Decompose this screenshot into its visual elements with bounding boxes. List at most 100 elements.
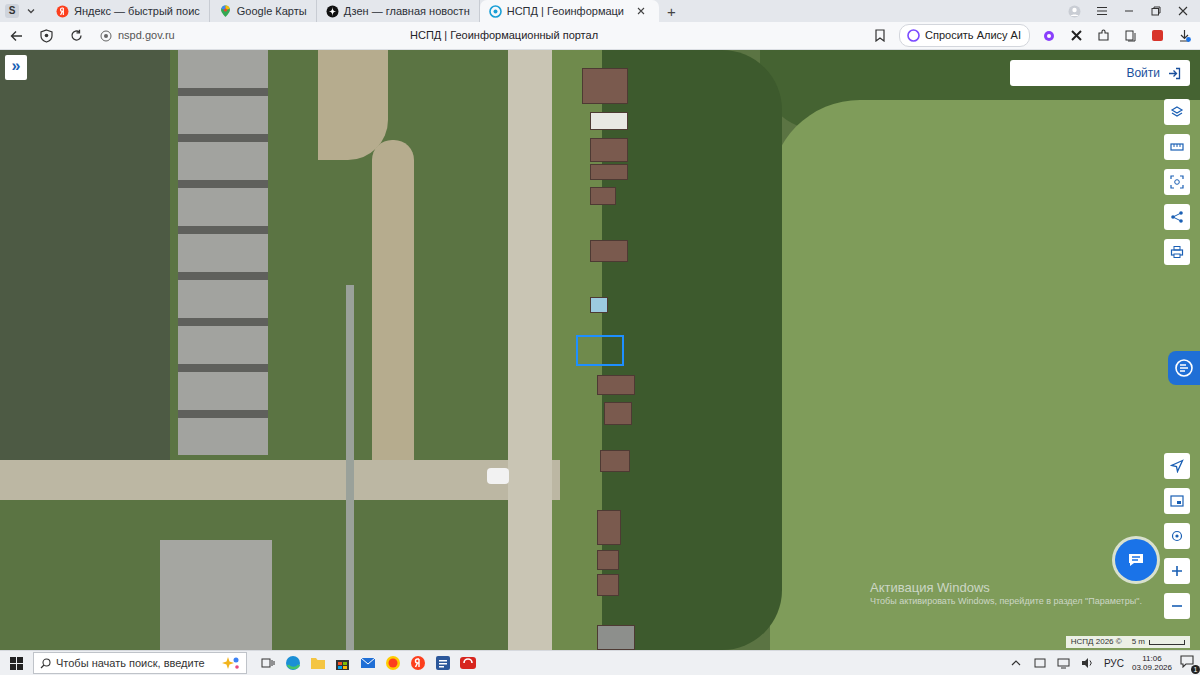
tab-bar: S Яндекс — быстрый поис Google Карты Дзен … bbox=[0, 0, 1200, 22]
map-garage bbox=[597, 550, 619, 570]
network-icon[interactable] bbox=[1056, 655, 1072, 671]
restore-icon[interactable] bbox=[1142, 0, 1169, 22]
page-title: НСПД | Геоинформационный портал bbox=[410, 27, 598, 44]
map-garage bbox=[597, 375, 635, 395]
input-language[interactable]: РУС bbox=[1104, 656, 1124, 671]
expand-panel-button[interactable]: » bbox=[5, 55, 27, 80]
browser-tab[interactable]: Google Карты bbox=[210, 0, 317, 22]
zoom-in-icon[interactable] bbox=[1164, 558, 1190, 584]
map-view[interactable]: » Войти Активация Windows Чтобы акти bbox=[0, 50, 1200, 650]
map-path bbox=[318, 50, 388, 160]
nspd-favicon-icon bbox=[489, 5, 502, 18]
tab-label: Дзен — главная новостн bbox=[344, 3, 470, 20]
scale-bar: НСПД 2026 © 5 m bbox=[1066, 636, 1190, 648]
close-window-icon[interactable] bbox=[1169, 0, 1196, 22]
taskbar: Чтобы начать поиск, введите РУС 11:06 03… bbox=[0, 650, 1200, 675]
share-icon[interactable] bbox=[1164, 204, 1190, 230]
map-pipe bbox=[346, 285, 354, 650]
red-app-icon[interactable] bbox=[455, 651, 480, 675]
volume-icon[interactable] bbox=[1080, 655, 1096, 671]
maps-favicon-icon bbox=[219, 5, 232, 18]
word-icon[interactable] bbox=[430, 651, 455, 675]
tab-label: Google Карты bbox=[237, 3, 307, 20]
edge-icon[interactable] bbox=[280, 651, 305, 675]
map-garage bbox=[597, 574, 619, 596]
map-garage bbox=[590, 187, 616, 205]
collections-icon[interactable] bbox=[1122, 28, 1138, 44]
yandex-favicon-icon bbox=[56, 5, 69, 18]
dzen-favicon-icon bbox=[326, 5, 339, 18]
browser-tab[interactable]: НСПД | Геоинформаци bbox=[480, 0, 659, 22]
bookmark-icon[interactable] bbox=[872, 28, 888, 44]
tray-expand-icon[interactable] bbox=[1008, 655, 1024, 671]
tab-strip: Яндекс — быстрый поис Google Карты Дзен — … bbox=[47, 0, 659, 22]
tray-app-icon[interactable] bbox=[1032, 655, 1048, 671]
profile-icon[interactable] bbox=[1061, 0, 1088, 22]
browser-menu-button[interactable]: S bbox=[5, 4, 19, 18]
side-panel-tab[interactable] bbox=[1168, 351, 1200, 385]
notifications-icon[interactable]: 1 bbox=[1180, 655, 1196, 671]
system-tray: РУС 11:06 03.09.2026 1 bbox=[1008, 654, 1200, 672]
selected-parcel[interactable] bbox=[576, 335, 624, 366]
extension-purple-icon[interactable] bbox=[1041, 28, 1057, 44]
map-garage bbox=[597, 510, 621, 545]
search-icon bbox=[40, 658, 51, 669]
tab-label: Яндекс — быстрый поис bbox=[74, 3, 200, 20]
map-toolbar bbox=[1164, 99, 1190, 265]
map-garage bbox=[590, 297, 608, 313]
taskbar-search[interactable]: Чтобы начать поиск, введите bbox=[33, 652, 247, 674]
yandex-icon[interactable] bbox=[405, 651, 430, 675]
ruler-icon[interactable] bbox=[1164, 134, 1190, 160]
map-path bbox=[372, 140, 414, 460]
map-garage bbox=[590, 240, 628, 262]
map-garage bbox=[604, 402, 632, 425]
yandex-browser-icon[interactable] bbox=[380, 651, 405, 675]
extension-cross-icon[interactable] bbox=[1068, 28, 1084, 44]
extension-red-icon[interactable] bbox=[1149, 28, 1165, 44]
new-tab-button[interactable]: + bbox=[659, 4, 684, 19]
print-icon[interactable] bbox=[1164, 239, 1190, 265]
map-garage bbox=[600, 450, 630, 472]
layers-icon[interactable] bbox=[1164, 99, 1190, 125]
protect-shield-icon[interactable] bbox=[38, 28, 54, 44]
url-field[interactable]: nspd.gov.ru bbox=[98, 27, 175, 44]
browser-tab[interactable]: Яндекс — быстрый поис bbox=[47, 0, 210, 22]
extensions-icon[interactable] bbox=[1095, 28, 1111, 44]
map-garage bbox=[590, 164, 628, 180]
map-car bbox=[487, 468, 509, 484]
map-garage bbox=[590, 138, 628, 162]
locate-icon[interactable] bbox=[1164, 453, 1190, 479]
login-button[interactable]: Войти bbox=[1010, 60, 1190, 86]
reload-icon[interactable] bbox=[68, 28, 84, 44]
area-select-icon[interactable] bbox=[1164, 169, 1190, 195]
activation-watermark: Активация Windows Чтобы активировать Win… bbox=[870, 580, 1142, 608]
tab-list-chevron-icon[interactable] bbox=[23, 3, 39, 19]
map-building bbox=[178, 50, 268, 455]
mail-icon[interactable] bbox=[355, 651, 380, 675]
task-view-icon[interactable] bbox=[255, 651, 280, 675]
downloads-icon[interactable] bbox=[1176, 28, 1192, 44]
address-bar: nspd.gov.ru НСПД | Геоинформационный пор… bbox=[0, 22, 1200, 50]
map-nav-toolbar bbox=[1164, 453, 1190, 619]
browser-tab[interactable]: Дзен — главная новостн bbox=[317, 0, 480, 22]
menu-icon[interactable] bbox=[1088, 0, 1115, 22]
chat-button[interactable] bbox=[1115, 539, 1157, 581]
site-info-icon[interactable] bbox=[98, 28, 114, 44]
alice-icon bbox=[905, 28, 921, 44]
clock[interactable]: 11:06 03.09.2026 bbox=[1132, 654, 1172, 672]
file-explorer-icon[interactable] bbox=[305, 651, 330, 675]
gps-icon[interactable] bbox=[1164, 523, 1190, 549]
store-icon[interactable] bbox=[330, 651, 355, 675]
alice-button[interactable]: Спросить Алису AI bbox=[899, 24, 1030, 47]
map-garage bbox=[597, 625, 635, 650]
map-trees bbox=[602, 50, 782, 650]
start-windows-icon[interactable] bbox=[4, 651, 29, 675]
map-building bbox=[160, 540, 272, 650]
map-garage bbox=[582, 68, 628, 104]
back-icon[interactable] bbox=[8, 28, 24, 44]
zoom-out-icon[interactable] bbox=[1164, 593, 1190, 619]
browser-window: S Яндекс — быстрый поис Google Карты Дзен … bbox=[0, 0, 1200, 675]
minimize-icon[interactable] bbox=[1115, 0, 1142, 22]
minimap-icon[interactable] bbox=[1164, 488, 1190, 514]
close-tab-icon[interactable] bbox=[633, 3, 649, 19]
